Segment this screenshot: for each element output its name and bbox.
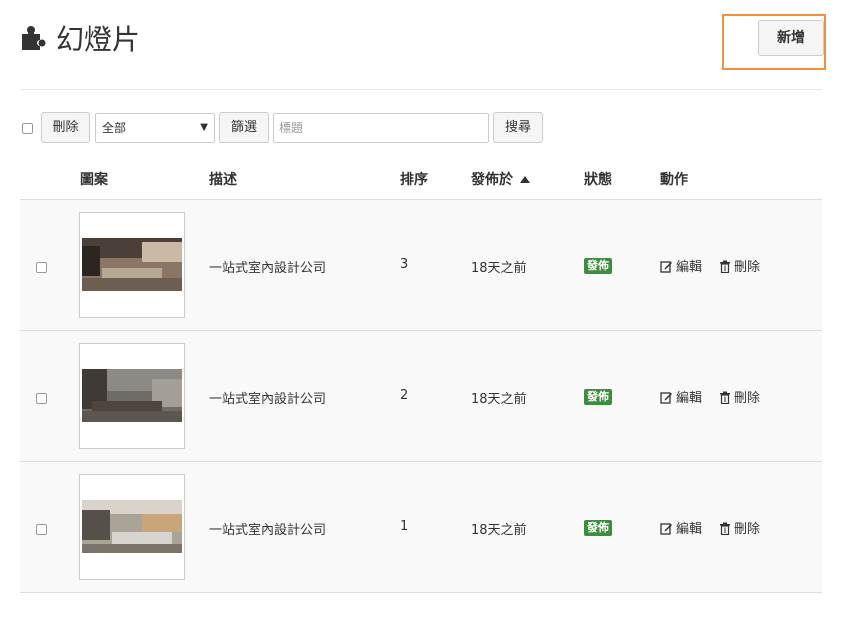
slide-thumbnail[interactable] <box>79 343 185 449</box>
sort-asc-icon <box>520 176 530 183</box>
row-description: 一站式室內設計公司 <box>209 261 327 276</box>
page-title: 幻燈片 <box>56 23 141 56</box>
edit-link[interactable]: 編輯 <box>660 518 702 537</box>
slide-thumbnail[interactable] <box>79 474 185 580</box>
edit-icon <box>660 523 672 535</box>
column-description[interactable]: 描述 <box>209 169 237 189</box>
trash-icon <box>720 522 730 536</box>
status-badge: 發佈 <box>584 389 612 405</box>
edit-label: 編輯 <box>676 260 703 275</box>
add-button[interactable]: 新增 <box>758 20 824 56</box>
column-published[interactable]: 發佈於 <box>471 169 530 189</box>
column-order[interactable]: 排序 <box>400 169 428 189</box>
row-checkbox[interactable] <box>36 393 47 404</box>
edit-label: 編輯 <box>676 522 703 537</box>
delete-label: 刪除 <box>734 522 761 537</box>
edit-icon <box>660 261 672 273</box>
row-description: 一站式室內設計公司 <box>209 523 327 538</box>
puzzle-icon <box>22 26 46 50</box>
status-badge: 發佈 <box>584 258 612 274</box>
column-published-label: 發佈於 <box>471 172 513 188</box>
row-checkbox[interactable] <box>36 524 47 535</box>
status-filter-select[interactable]: 全部 ▼ <box>95 113 215 143</box>
slide-image <box>82 238 182 291</box>
row-order: 2 <box>400 388 409 403</box>
slide-image <box>82 500 182 553</box>
row-checkbox[interactable] <box>36 262 47 273</box>
edit-link[interactable]: 編輯 <box>660 256 702 275</box>
row-published: 18天之前 <box>471 392 527 407</box>
delete-link[interactable]: 刪除 <box>719 256 760 275</box>
slide-image <box>82 369 182 422</box>
delete-link[interactable]: 刪除 <box>719 518 760 537</box>
slide-thumbnail[interactable] <box>79 212 185 318</box>
delete-label: 刪除 <box>734 260 761 275</box>
row-published: 18天之前 <box>471 523 527 538</box>
column-status[interactable]: 狀態 <box>584 169 612 189</box>
search-button[interactable]: 搜尋 <box>493 112 543 143</box>
status-filter-value: 全部 <box>102 121 127 135</box>
trash-icon <box>720 260 730 274</box>
filter-button[interactable]: 篩選 <box>219 112 269 143</box>
row-order: 3 <box>400 257 409 272</box>
row-published: 18天之前 <box>471 261 527 276</box>
page-header: 幻燈片 新增 <box>20 14 826 90</box>
toolbar: 刪除 全部 ▼ 篩選 標題 搜尋 <box>20 112 822 143</box>
table-row: 一站式室內設計公司 2 18天之前 發佈 編輯 刪除 <box>20 330 822 461</box>
select-all-checkbox[interactable] <box>22 123 33 134</box>
chevron-down-icon: ▼ <box>200 122 208 133</box>
row-order: 1 <box>400 519 409 534</box>
trash-icon <box>720 391 730 405</box>
edit-link[interactable]: 編輯 <box>660 387 702 406</box>
edit-label: 編輯 <box>676 391 703 406</box>
bulk-delete-button[interactable]: 刪除 <box>41 112 90 143</box>
search-input[interactable]: 標題 <box>273 113 489 143</box>
delete-label: 刪除 <box>734 391 761 406</box>
table-header: 圖案 描述 排序 發佈於 狀態 動作 <box>20 160 822 198</box>
delete-link[interactable]: 刪除 <box>719 387 760 406</box>
column-image: 圖案 <box>80 172 108 188</box>
table-row: 一站式室內設計公司 3 18天之前 發佈 編輯 刪除 <box>20 199 822 330</box>
column-actions: 動作 <box>660 172 688 188</box>
table-bottom-border <box>20 592 822 593</box>
header-divider <box>20 89 822 90</box>
row-description: 一站式室內設計公司 <box>209 392 327 407</box>
add-button-highlight: 新增 <box>722 14 826 70</box>
edit-icon <box>660 392 672 404</box>
status-badge: 發佈 <box>584 520 612 536</box>
table-row: 一站式室內設計公司 1 18天之前 發佈 編輯 刪除 <box>20 461 822 592</box>
